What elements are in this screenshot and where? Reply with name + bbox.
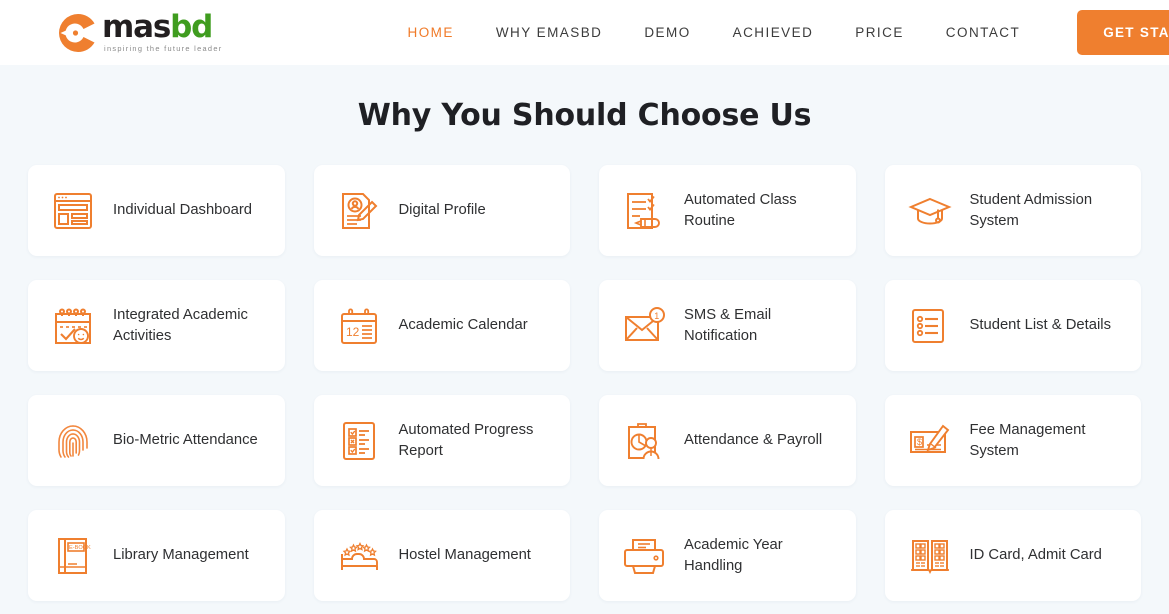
svg-text:1: 1 — [654, 311, 659, 321]
dashboard-layout-icon — [50, 188, 96, 234]
calendar-12-lines-icon: 12 — [336, 303, 382, 349]
svg-text:$: $ — [917, 437, 922, 447]
nav-item-achieved[interactable]: ACHIEVED — [712, 15, 835, 50]
feature-grid: Individual Dashboard Digital Profile Aut… — [0, 165, 1169, 601]
feature-label: Automated Progress Report — [398, 421, 534, 459]
list-document-icon — [907, 303, 953, 349]
feature-label: ID Card, Admit Card — [969, 547, 1102, 563]
main-content: Why You Should Choose Us Individual Dash… — [0, 98, 1169, 601]
feature-card-fee-management-system[interactable]: $ Fee Management System — [884, 395, 1141, 486]
feature-label: Student Admission System — [969, 191, 1093, 229]
checklist-pencil-icon — [621, 188, 667, 234]
envelope-notification-icon: 1 — [621, 303, 667, 349]
feature-label: Academic Calendar — [398, 317, 528, 333]
bed-stars-icon — [336, 533, 382, 579]
feature-card-academic-year-handling[interactable]: Academic Year Handling — [599, 510, 856, 601]
feature-card-attendance-payroll[interactable]: Attendance & Payroll — [599, 395, 856, 486]
feature-card-library-management[interactable]: E-BOOK Library Management — [28, 510, 285, 601]
feature-card-digital-profile[interactable]: Digital Profile — [313, 165, 570, 256]
feature-label: Hostel Management — [398, 547, 531, 563]
feature-label: Attendance & Payroll — [684, 432, 823, 448]
feature-label: Student List & Details — [969, 317, 1111, 333]
svg-text:12: 12 — [346, 325, 360, 339]
open-book-cards-icon — [907, 533, 953, 579]
feature-label: Fee Management System — [969, 421, 1086, 459]
nav-item-contact[interactable]: CONTACT — [925, 15, 1041, 50]
feature-label: Integrated Academic Activities — [113, 306, 248, 344]
feature-card-hostel-management[interactable]: Hostel Management — [313, 510, 570, 601]
calendar-check-clock-icon — [50, 303, 96, 349]
nav-item-price[interactable]: PRICE — [834, 15, 925, 50]
feature-card-student-admission-system[interactable]: Student Admission System — [884, 165, 1141, 256]
feature-label: Individual Dashboard — [113, 202, 253, 218]
feature-card-student-list-details[interactable]: Student List & Details — [884, 280, 1141, 371]
feature-card-individual-dashboard[interactable]: Individual Dashboard — [28, 165, 285, 256]
get-started-button[interactable]: GET STARTED — [1077, 10, 1169, 55]
svg-text:E-BOOK: E-BOOK — [69, 545, 91, 551]
nav-item-why-emasbd[interactable]: WHY EMASBD — [475, 15, 624, 50]
feature-label: Automated Class Routine — [684, 191, 797, 229]
feature-label: Library Management — [113, 547, 249, 563]
ebook-icon: E-BOOK — [50, 533, 96, 579]
logo[interactable]: masbd inspiring the future leader — [56, 11, 223, 55]
feature-label: SMS & Email Notification — [684, 306, 772, 344]
logo-word-bd: bd — [170, 9, 213, 46]
feature-card-id-card-admit-card[interactable]: ID Card, Admit Card — [884, 510, 1141, 601]
logo-word-mas: mas — [102, 9, 171, 46]
page-title: Why You Should Choose Us — [357, 98, 812, 133]
feature-card-academic-calendar[interactable]: 12 Academic Calendar — [313, 280, 570, 371]
logo-tagline: inspiring the future leader — [104, 44, 223, 54]
profile-document-pencil-icon — [336, 188, 382, 234]
feature-card-bio-metric-attendance[interactable]: Bio-Metric Attendance — [28, 395, 285, 486]
feature-card-automated-progress-report[interactable]: Automated Progress Report — [313, 395, 570, 486]
cheque-pencil-icon: $ — [907, 418, 953, 464]
nav-item-demo[interactable]: DEMO — [623, 15, 711, 50]
logo-text: masbd inspiring the future leader — [102, 9, 223, 54]
feature-label: Bio-Metric Attendance — [113, 432, 258, 448]
feature-card-integrated-academic-activities[interactable]: Integrated Academic Activities — [28, 280, 285, 371]
emasbd-c-mark-icon — [56, 11, 100, 55]
nav-item-home[interactable]: HOME — [387, 15, 475, 50]
fingerprint-icon — [50, 418, 96, 464]
feature-label: Digital Profile — [398, 202, 486, 218]
site-header: masbd inspiring the future leader HOME W… — [0, 0, 1169, 65]
main-navigation: HOME WHY EMASBD DEMO ACHIEVED PRICE CONT… — [387, 15, 1042, 50]
graduation-cap-icon — [907, 188, 953, 234]
report-checklist-icon — [336, 418, 382, 464]
printer-icon — [621, 533, 667, 579]
feature-label: Academic Year Handling — [684, 536, 783, 574]
feature-card-sms-email-notification[interactable]: 1 SMS & Email Notification — [599, 280, 856, 371]
clipboard-person-chart-icon — [621, 418, 667, 464]
feature-card-automated-class-routine[interactable]: Automated Class Routine — [599, 165, 856, 256]
